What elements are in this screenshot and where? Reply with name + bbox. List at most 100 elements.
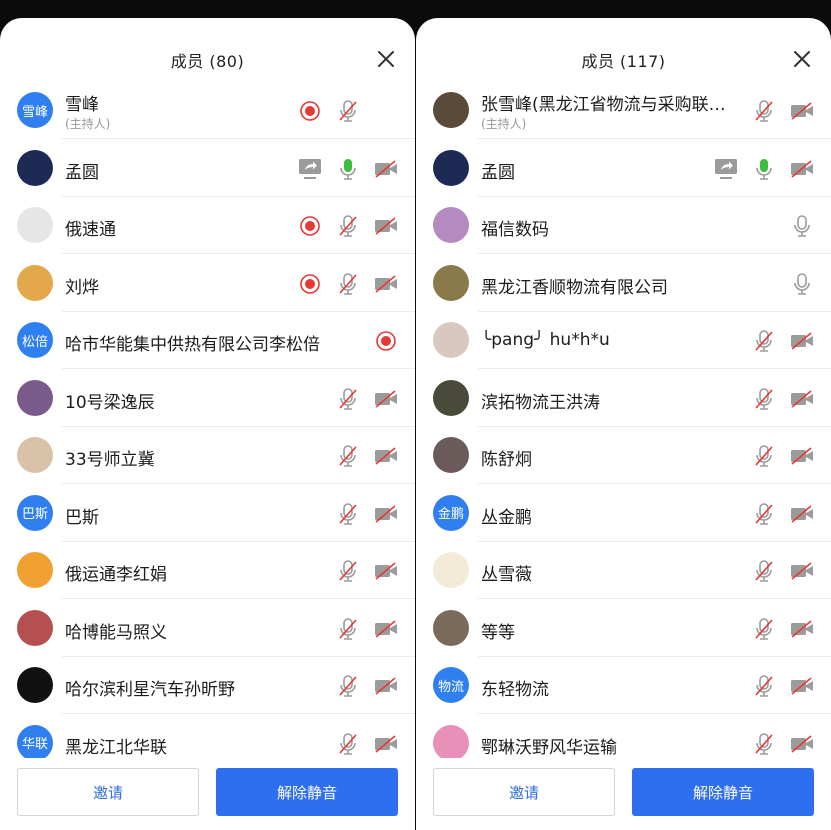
mic-muted-icon[interactable] <box>334 557 362 585</box>
mic-muted-icon[interactable] <box>750 97 778 125</box>
member-row[interactable]: ╰pang╯ hu*h*u <box>416 312 831 369</box>
camera-off-icon[interactable] <box>788 97 816 125</box>
member-name: 巴斯 <box>65 507 99 528</box>
member-row[interactable]: 哈博能马照义 <box>0 600 415 657</box>
member-name: 东轻物流 <box>481 680 549 700</box>
mic-muted-icon[interactable] <box>334 500 362 528</box>
close-icon[interactable] <box>375 48 397 70</box>
member-row[interactable]: 张雪峰(黑龙江省物流与采购联… (主持人) <box>416 82 831 139</box>
mic-muted-icon[interactable] <box>750 385 778 413</box>
camera-off-icon[interactable] <box>788 327 816 355</box>
member-name: 10号梁逸辰 <box>65 392 155 413</box>
mic-icon[interactable] <box>788 212 816 240</box>
member-name: 福信数码 <box>481 220 549 240</box>
member-row[interactable]: 刘烨 <box>0 255 415 312</box>
camera-off-icon[interactable] <box>372 615 400 643</box>
member-row[interactable]: 33号师立冀 <box>0 427 415 484</box>
member-row[interactable]: 俄速通 <box>0 197 415 254</box>
avatar <box>433 552 469 588</box>
member-row[interactable]: 孟圆 <box>416 140 831 197</box>
member-row[interactable]: 滨拓物流王洪涛 <box>416 370 831 427</box>
invite-button[interactable]: 邀请 <box>433 768 615 816</box>
camera-off-icon[interactable] <box>788 557 816 585</box>
camera-off-icon[interactable] <box>372 155 400 183</box>
record-icon[interactable] <box>372 327 400 355</box>
avatar <box>433 724 469 761</box>
member-name: 等等 <box>481 622 515 643</box>
screen-share-icon[interactable] <box>296 155 324 183</box>
mic-muted-icon[interactable] <box>750 615 778 643</box>
camera-off-icon[interactable] <box>372 672 400 700</box>
mic-muted-icon[interactable] <box>334 442 362 470</box>
camera-off-icon[interactable] <box>372 442 400 470</box>
invite-button[interactable]: 邀请 <box>17 768 199 816</box>
camera-off-icon[interactable] <box>372 385 400 413</box>
mic-muted-icon[interactable] <box>750 442 778 470</box>
mic-muted-icon[interactable] <box>750 500 778 528</box>
camera-off-icon[interactable] <box>788 385 816 413</box>
avatar: 雪峰 <box>17 92 53 128</box>
member-row[interactable]: 俄运通李红娟 <box>0 542 415 599</box>
close-icon[interactable] <box>791 48 813 70</box>
mic-active-icon[interactable] <box>334 155 362 183</box>
member-row[interactable]: 福信数码 <box>416 197 831 254</box>
member-list[interactable]: 张雪峰(黑龙江省物流与采购联… (主持人) 孟圆福信数码黑龙江香顺物流有限公司 ╰pa… <box>416 82 831 830</box>
mic-muted-icon[interactable] <box>334 672 362 700</box>
avatar <box>433 92 469 128</box>
camera-off-icon[interactable] <box>788 615 816 643</box>
camera-off-icon[interactable] <box>372 730 400 758</box>
camera-off-icon[interactable] <box>788 730 816 758</box>
mic-icon[interactable] <box>788 270 816 298</box>
camera-off-icon[interactable] <box>372 270 400 298</box>
panel-title: 成员 (80) <box>170 52 245 71</box>
mic-muted-icon[interactable] <box>750 730 778 758</box>
member-row[interactable]: 黑龙江香顺物流有限公司 <box>416 255 831 312</box>
member-list[interactable]: 雪峰 雪峰 (主持人) 孟圆俄速通刘烨松倍 哈市华能集中供热有限公司李松倍 10号梁逸辰 3… <box>0 82 415 830</box>
member-row[interactable]: 雪峰 雪峰 (主持人) <box>0 82 415 139</box>
member-row[interactable]: 丛雪薇 <box>416 542 831 599</box>
camera-off-icon[interactable] <box>372 557 400 585</box>
member-name: 哈尔滨利星汽车孙昕野 <box>65 680 235 700</box>
record-icon[interactable] <box>296 97 324 125</box>
mic-muted-icon[interactable] <box>334 615 362 643</box>
mic-active-icon[interactable] <box>750 155 778 183</box>
member-row[interactable]: 巴斯 巴斯 <box>0 485 415 542</box>
record-icon[interactable] <box>296 270 324 298</box>
camera-off-icon[interactable] <box>788 500 816 528</box>
member-name: 滨拓物流王洪涛 <box>481 392 600 413</box>
avatar <box>17 552 53 588</box>
member-name: 孟圆 <box>65 162 99 183</box>
camera-off-icon[interactable] <box>788 442 816 470</box>
avatar <box>17 149 53 186</box>
member-row[interactable]: 哈尔滨利星汽车孙昕野 <box>0 657 415 714</box>
record-icon[interactable] <box>296 212 324 240</box>
unmute-all-button[interactable]: 解除静音 <box>632 768 814 816</box>
mic-muted-icon[interactable] <box>750 672 778 700</box>
mic-muted-icon[interactable] <box>334 212 362 240</box>
unmute-all-button[interactable]: 解除静音 <box>216 768 398 816</box>
mic-muted-icon[interactable] <box>334 730 362 758</box>
screen-share-icon[interactable] <box>712 155 740 183</box>
member-row[interactable]: 10号梁逸辰 <box>0 370 415 427</box>
member-row[interactable]: 等等 <box>416 600 831 657</box>
member-name: ╰pang╯ hu*h*u <box>481 330 610 350</box>
host-label: (主持人) <box>481 117 527 131</box>
mic-muted-icon[interactable] <box>750 557 778 585</box>
member-row[interactable]: 松倍 哈市华能集中供热有限公司李松倍 <box>0 312 415 369</box>
member-row[interactable]: 金鹏 丛金鹏 <box>416 485 831 542</box>
mic-muted-icon[interactable] <box>334 385 362 413</box>
avatar: 巴斯 <box>17 494 53 531</box>
member-name: 刘烨 <box>65 277 99 298</box>
mic-muted-icon[interactable] <box>334 97 362 125</box>
camera-off-icon[interactable] <box>372 212 400 240</box>
camera-off-icon[interactable] <box>372 500 400 528</box>
member-row[interactable]: 陈舒炯 <box>416 427 831 484</box>
camera-off-icon[interactable] <box>788 155 816 183</box>
member-row[interactable]: 物流 东轻物流 <box>416 657 831 714</box>
member-name: 鄂琳沃野风华运输 <box>481 737 617 758</box>
member-row[interactable]: 孟圆 <box>0 140 415 197</box>
camera-off-icon[interactable] <box>788 672 816 700</box>
mic-muted-icon[interactable] <box>334 270 362 298</box>
mic-muted-icon[interactable] <box>750 327 778 355</box>
avatar <box>433 322 469 358</box>
